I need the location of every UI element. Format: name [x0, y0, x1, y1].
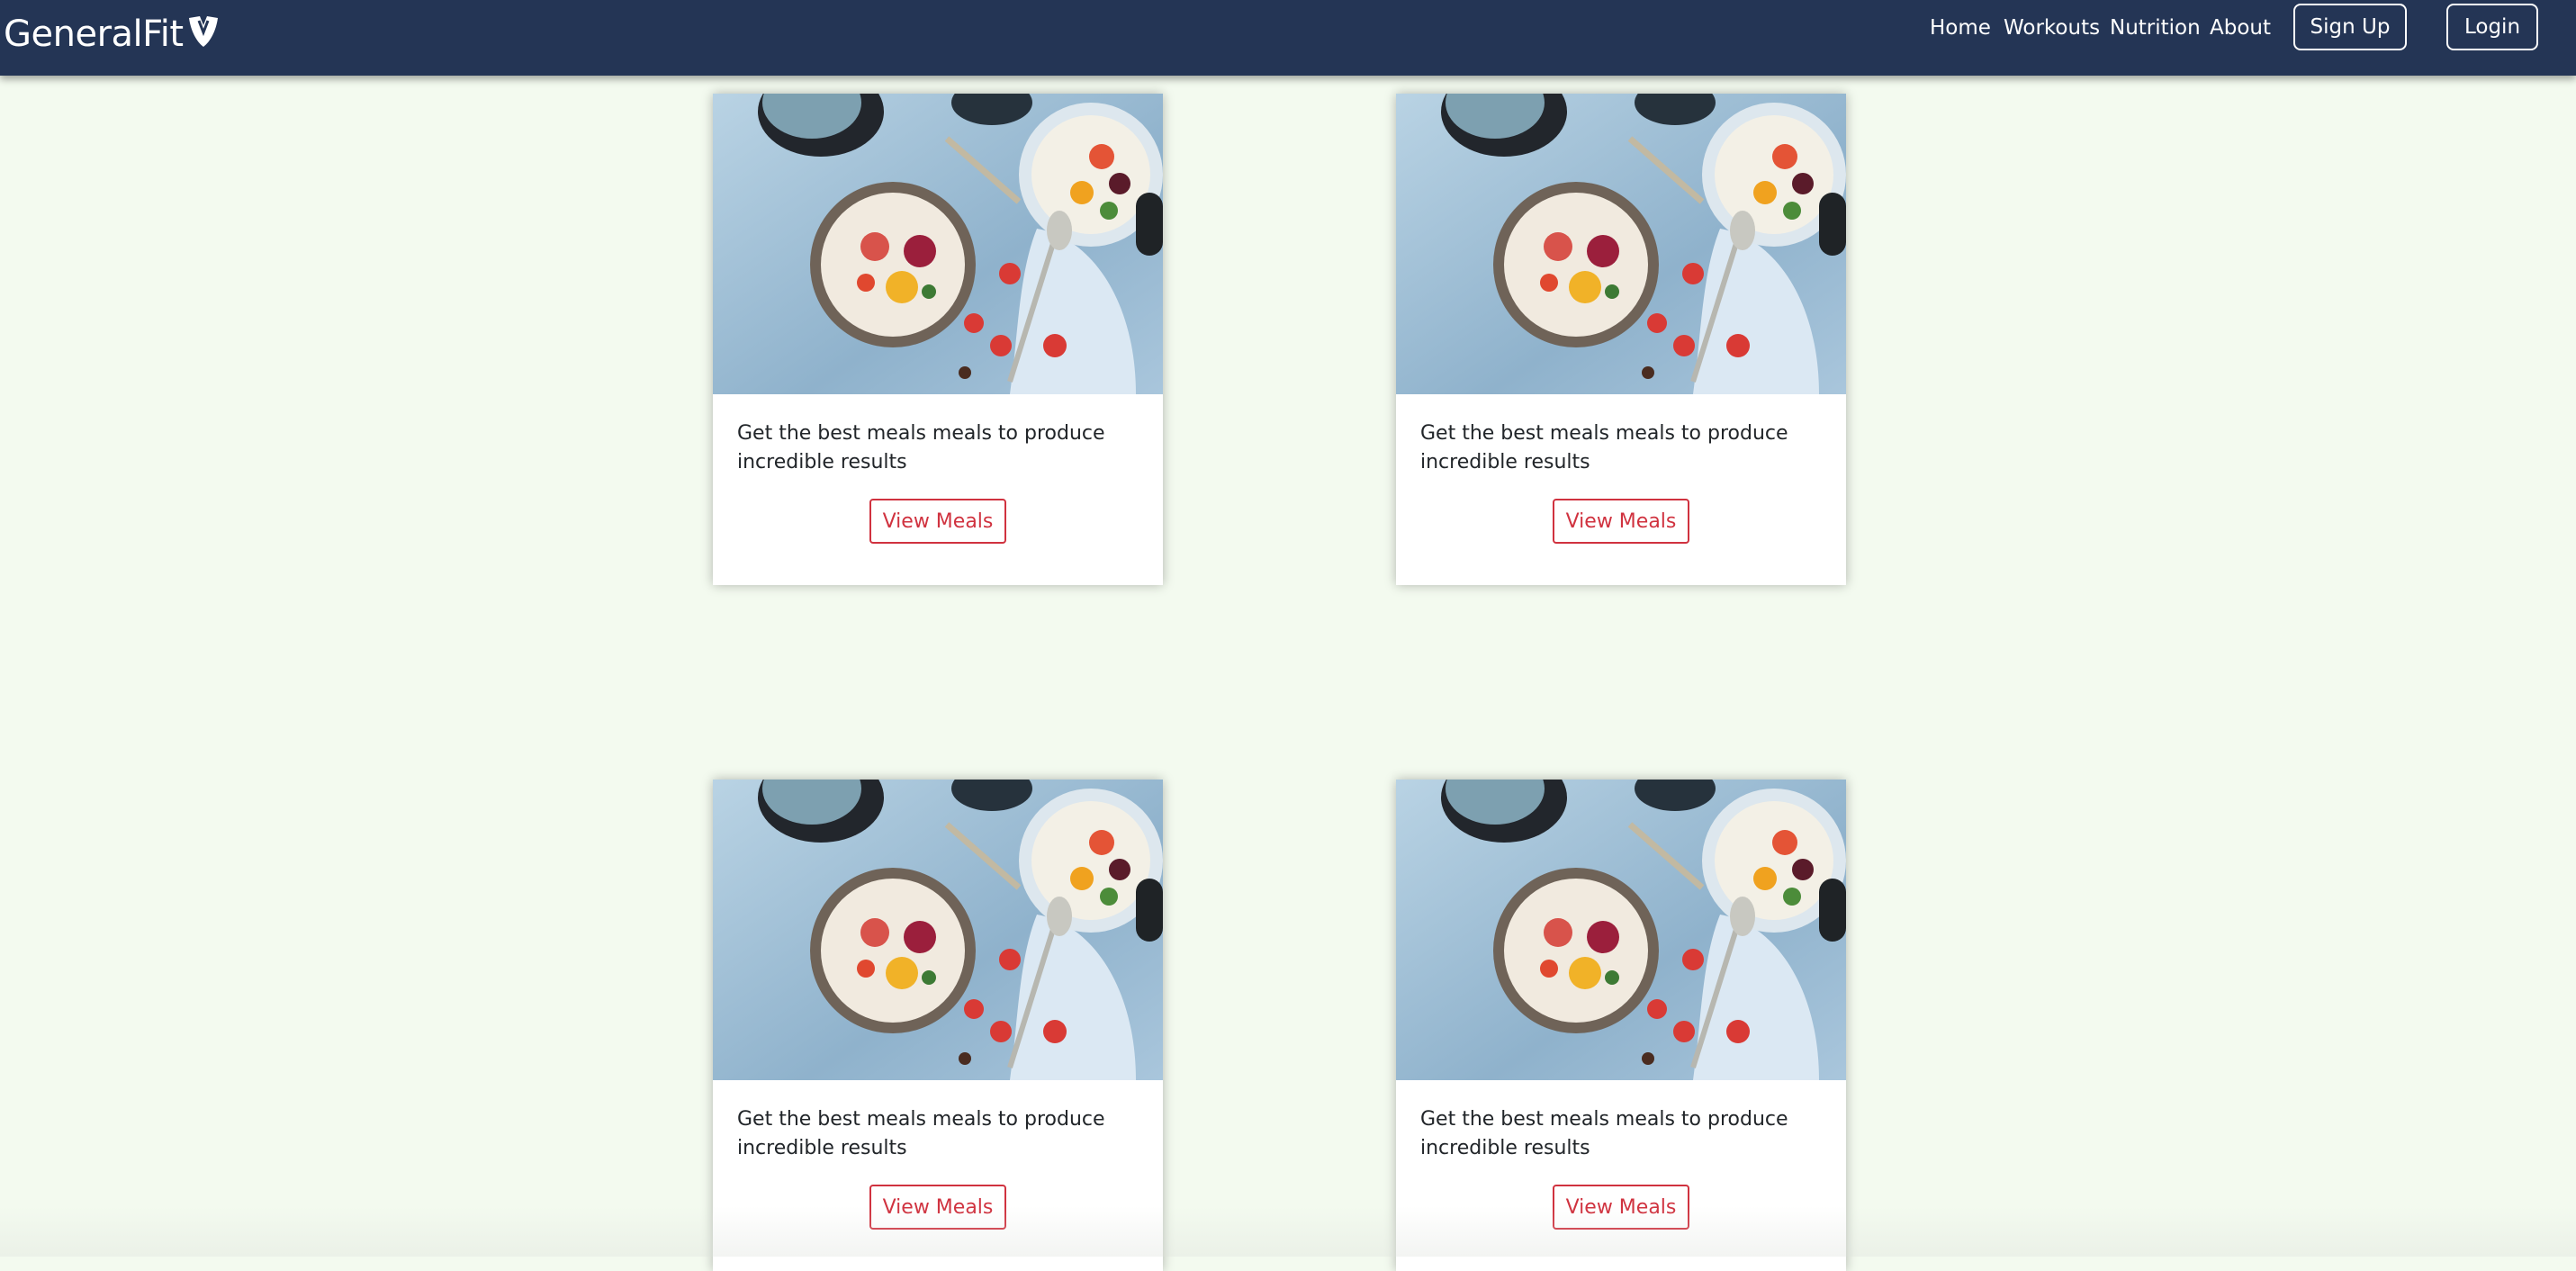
- nav-home-link[interactable]: Home: [1930, 16, 1991, 40]
- view-meals-button[interactable]: View Meals: [869, 1185, 1006, 1230]
- meal-image: [713, 780, 1163, 1080]
- meal-card: Get the best meals meals to produce incr…: [713, 780, 1163, 1271]
- meal-card-description: Get the best meals meals to produce incr…: [1420, 422, 1788, 473]
- meal-card-description: Get the best meals meals to produce incr…: [737, 422, 1105, 473]
- meal-image: [1396, 780, 1846, 1080]
- meal-card: Get the best meals meals to produce incr…: [1396, 94, 1846, 585]
- meal-image: [1396, 94, 1846, 394]
- meal-card-description: Get the best meals meals to produce incr…: [1420, 1108, 1788, 1159]
- meal-card: Get the best meals meals to produce incr…: [713, 94, 1163, 585]
- brand-mark-icon: [188, 16, 218, 47]
- nav-workouts-link[interactable]: Workouts: [2004, 16, 2100, 40]
- meal-card-description: Get the best meals meals to produce incr…: [737, 1108, 1105, 1159]
- view-meals-button[interactable]: View Meals: [1553, 1185, 1689, 1230]
- view-meals-button[interactable]: View Meals: [869, 499, 1006, 544]
- brand-logo-link[interactable]: GeneralFit: [4, 7, 221, 61]
- meal-card: Get the best meals meals to produce incr…: [1396, 780, 1846, 1271]
- bottom-fade: [0, 1206, 2576, 1257]
- view-meals-button[interactable]: View Meals: [1553, 499, 1689, 544]
- nav-nutrition-link[interactable]: Nutrition: [2110, 16, 2201, 40]
- sign-up-button[interactable]: Sign Up: [2293, 4, 2407, 50]
- meal-image: [713, 94, 1163, 394]
- login-button[interactable]: Login: [2446, 4, 2538, 50]
- nav-about-link[interactable]: About: [2210, 16, 2271, 40]
- brand-name: GeneralFit: [4, 14, 184, 55]
- top-navbar: GeneralFit Home Workouts Nutrition About…: [0, 0, 2576, 76]
